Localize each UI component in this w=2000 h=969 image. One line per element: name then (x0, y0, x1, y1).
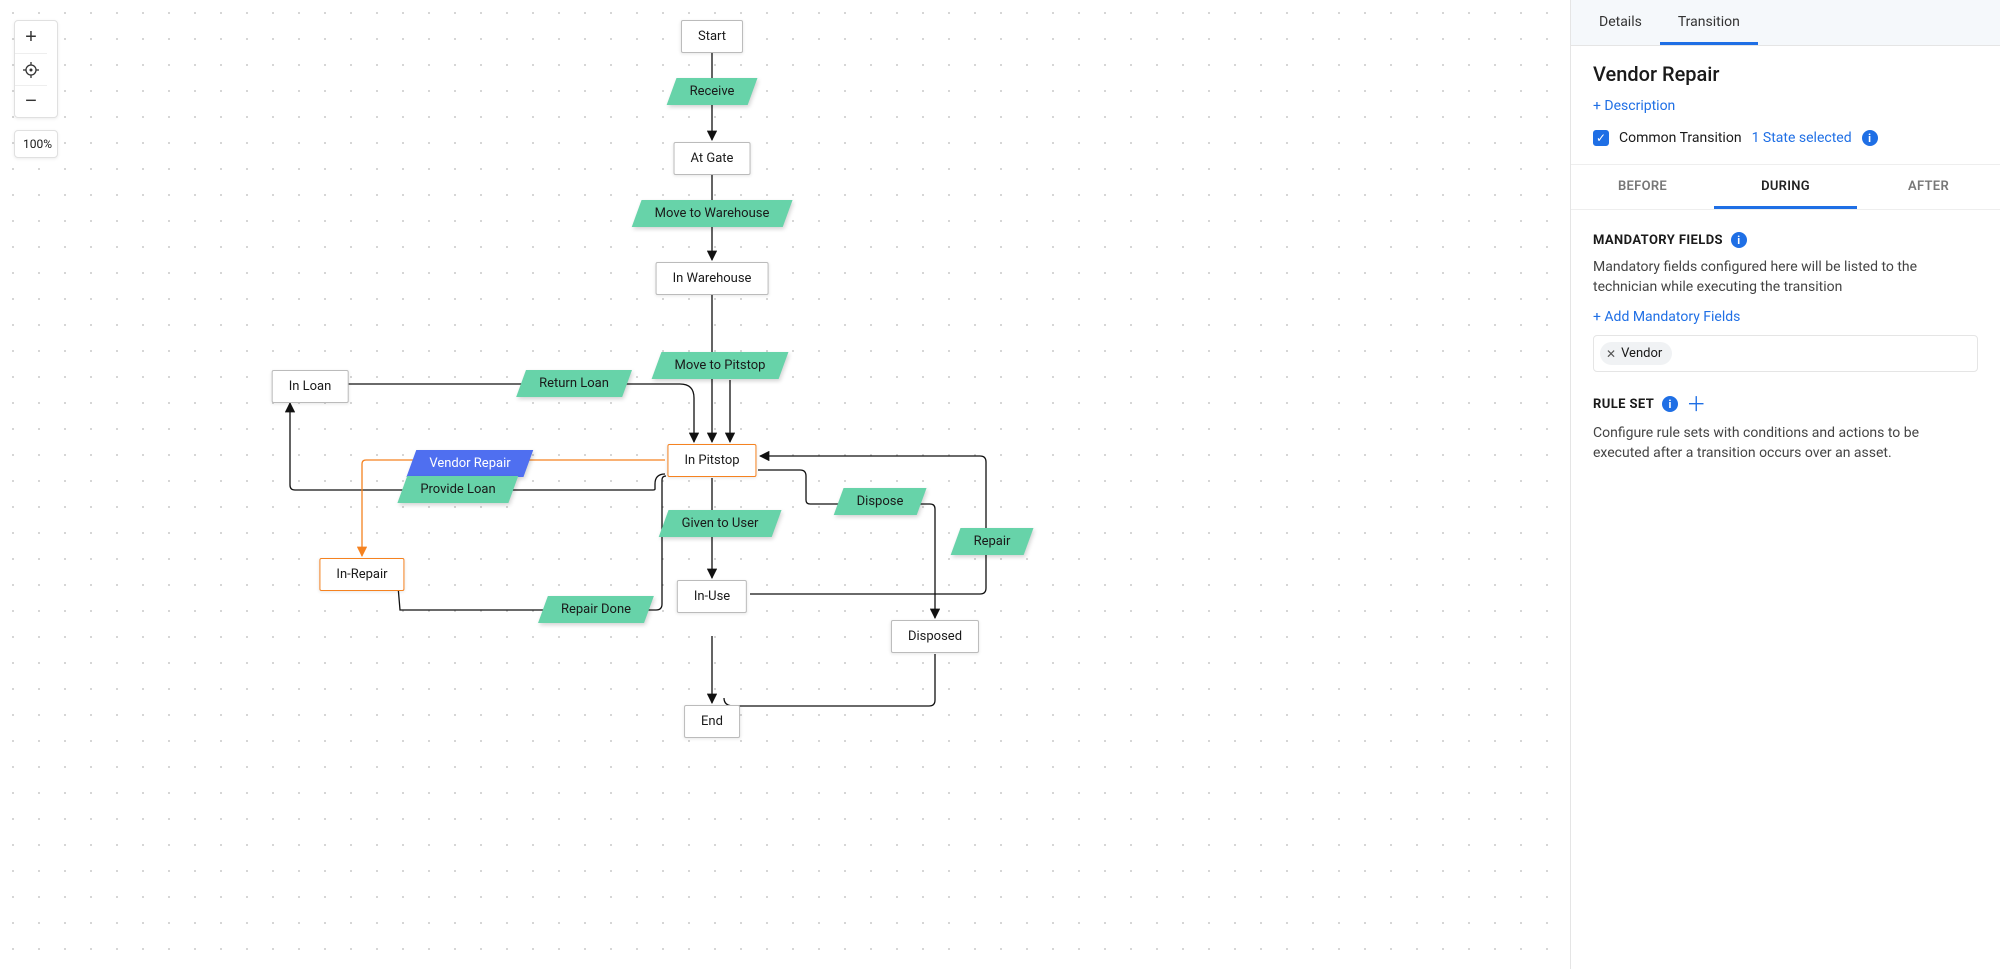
section-title-text: MANDATORY FIELDS (1593, 233, 1723, 248)
add-rule-set-button[interactable]: ＋ (1686, 394, 1706, 414)
node-label: In-Use (694, 589, 730, 604)
phase-tab-after[interactable]: AFTER (1857, 165, 2000, 209)
transition-return-loan[interactable]: Return Loan (516, 370, 632, 397)
node-at-gate[interactable]: At Gate (674, 142, 751, 175)
node-label: In Loan (289, 379, 332, 394)
transition-given-user[interactable]: Given to User (659, 510, 782, 537)
node-label: Start (698, 29, 726, 44)
node-in-loan[interactable]: In Loan (272, 370, 349, 403)
transition-repair-done[interactable]: Repair Done (538, 596, 654, 623)
transition-label: Dispose (857, 494, 904, 509)
node-in-use[interactable]: In-Use (677, 580, 747, 613)
common-transition-label: Common Transition (1619, 130, 1742, 146)
transition-label: Move to Pitstop (675, 358, 766, 373)
transition-label: Repair (974, 534, 1011, 549)
transition-label: Move to Warehouse (655, 206, 770, 221)
rule-set-title: RULE SET i ＋ (1593, 394, 1978, 414)
mandatory-fields-input[interactable]: ✕ Vendor (1593, 335, 1978, 372)
node-label: End (701, 714, 723, 729)
phase-tab-before[interactable]: BEFORE (1571, 165, 1714, 209)
panel-title: Vendor Repair (1593, 62, 1978, 86)
phase-tabs: BEFORE DURING AFTER (1571, 165, 2000, 210)
node-in-pitstop[interactable]: In Pitstop (667, 444, 756, 477)
info-icon[interactable]: i (1731, 232, 1747, 248)
crosshair-icon (23, 62, 39, 78)
zoom-out-button[interactable]: − (15, 85, 47, 117)
transition-label: Receive (690, 84, 735, 99)
node-in-warehouse[interactable]: In Warehouse (656, 262, 769, 295)
chip-vendor[interactable]: ✕ Vendor (1600, 342, 1672, 365)
common-transition-checkbox[interactable] (1593, 130, 1609, 146)
node-label: In-Repair (336, 567, 387, 582)
node-label: At Gate (691, 151, 734, 166)
transition-label: Vendor Repair (429, 456, 510, 471)
transition-receive[interactable]: Receive (667, 78, 758, 105)
close-icon[interactable]: ✕ (1606, 347, 1616, 361)
side-panel: Details Transition Vendor Repair + Descr… (1570, 0, 2000, 969)
node-in-repair[interactable]: In-Repair (319, 558, 404, 591)
transition-label: Given to User (682, 516, 759, 531)
state-selected-link[interactable]: 1 State selected (1752, 130, 1852, 146)
edges-layer (0, 0, 1570, 969)
zoom-level: 100% (14, 130, 58, 158)
zoom-controls: + − 100% (14, 20, 58, 158)
mandatory-fields-title: MANDATORY FIELDS i (1593, 232, 1978, 248)
zoom-in-button[interactable]: + (15, 21, 47, 53)
transition-label: Provide Loan (420, 482, 495, 497)
node-disposed[interactable]: Disposed (891, 620, 979, 653)
transition-vendor-repair[interactable]: Vendor Repair (406, 450, 533, 477)
workflow-canvas[interactable]: + − 100% (0, 0, 1570, 969)
tab-details[interactable]: Details (1581, 0, 1660, 45)
transition-move-pitstop[interactable]: Move to Pitstop (652, 352, 789, 379)
transition-provide-loan[interactable]: Provide Loan (397, 476, 518, 503)
transition-repair[interactable]: Repair (951, 528, 1034, 555)
panel-tabs: Details Transition (1571, 0, 2000, 46)
node-end[interactable]: End (684, 705, 740, 738)
rule-set-desc: Configure rule sets with conditions and … (1593, 424, 1978, 463)
transition-label: Repair Done (561, 602, 631, 617)
mandatory-fields-desc: Mandatory fields configured here will be… (1593, 258, 1978, 297)
info-icon[interactable]: i (1862, 130, 1878, 146)
transition-move-warehouse[interactable]: Move to Warehouse (632, 200, 793, 227)
tab-transition[interactable]: Transition (1660, 0, 1758, 45)
add-description-link[interactable]: + Description (1593, 98, 1675, 114)
phase-tab-during[interactable]: DURING (1714, 165, 1857, 209)
chip-label: Vendor (1621, 346, 1662, 361)
node-label: Disposed (908, 629, 962, 644)
zoom-fit-button[interactable] (15, 53, 47, 85)
node-label: In Warehouse (673, 271, 752, 286)
add-mandatory-fields-link[interactable]: + Add Mandatory Fields (1593, 309, 1740, 325)
node-label: In Pitstop (684, 453, 739, 468)
section-title-text: RULE SET (1593, 397, 1654, 412)
transition-label: Return Loan (539, 376, 609, 391)
info-icon[interactable]: i (1662, 396, 1678, 412)
transition-dispose[interactable]: Dispose (834, 488, 927, 515)
node-start[interactable]: Start (681, 20, 743, 53)
